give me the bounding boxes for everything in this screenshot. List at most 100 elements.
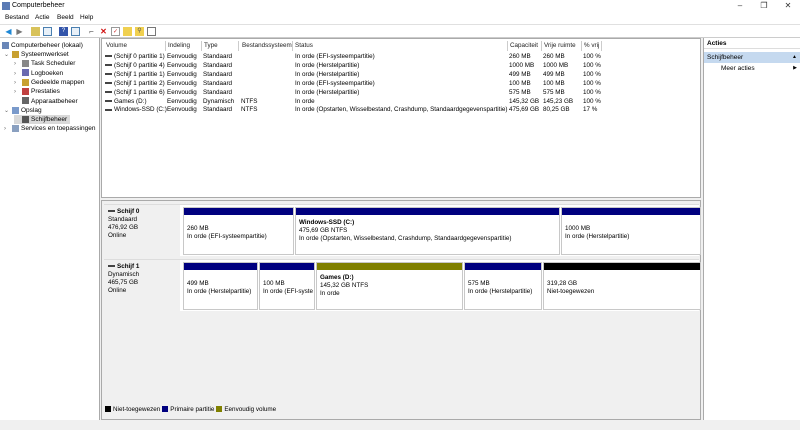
show-hide-tree-icon[interactable]: [43, 27, 52, 36]
expand-icon[interactable]: ⌄: [4, 51, 12, 60]
properties-icon[interactable]: [71, 27, 80, 36]
tree-item-services-en-toepassingen[interactable]: › Services en toepassingen: [4, 124, 98, 133]
disk-label[interactable]: Schijf 1 Dynamisch 465,75 GB Online: [104, 260, 180, 312]
table-row[interactable]: (Schijf 0 partitie 1) Eenvoudig Standaard I…: [102, 52, 700, 61]
table-cell: (Schijf 1 partitie 2): [105, 79, 167, 88]
partition[interactable]: 575 MB In orde (Herstelpartitie): [464, 262, 542, 310]
cell-text: 17 %: [583, 106, 598, 114]
table-row[interactable]: (Schijf 1 partitie 2) Eenvoudig Standaard I…: [102, 79, 700, 88]
tree-item-schijfbeheer[interactable]: Schijfbeheer: [14, 115, 71, 125]
cell-text: Dynamisch: [203, 97, 235, 105]
up-folder-icon[interactable]: [31, 27, 40, 36]
check-icon[interactable]: ✓: [111, 27, 120, 36]
close-button[interactable]: ✕: [780, 1, 796, 11]
tree-node-icon: [22, 115, 29, 123]
menu-help[interactable]: Help: [80, 14, 93, 21]
expand-icon[interactable]: ⌄: [4, 107, 12, 116]
partition-type-bar: [317, 263, 462, 270]
cell-text: 145,32 GB: [509, 97, 540, 105]
menu-beeld[interactable]: Beeld: [57, 14, 74, 21]
partition-info: 260 MB In orde (EFI-systeempartitie): [184, 221, 293, 245]
column-header-capaciteit[interactable]: Capaciteit: [508, 41, 542, 51]
partition[interactable]: Games (D:) 145,32 GB NTFS In orde: [316, 262, 463, 310]
partition[interactable]: 319,28 GB Niet-toegewezen: [543, 262, 701, 310]
volume-icon: [105, 82, 112, 85]
search-icon[interactable]: ⚲: [135, 27, 144, 36]
disk-label[interactable]: Schijf 0 Standaard 476,92 GB Online: [104, 205, 180, 257]
column-header-indeling[interactable]: Indeling: [166, 41, 202, 51]
delete-icon[interactable]: ✕: [99, 27, 108, 36]
action-meer-acties[interactable]: Meer acties ▶: [704, 63, 800, 74]
new-folder-icon[interactable]: [123, 27, 132, 36]
tree-item-opslag[interactable]: ⌄ Opslag: [4, 106, 45, 115]
cell-text: (Schijf 0 partitie 4): [114, 61, 165, 69]
tree-item-label: Services en toepassingen: [21, 125, 96, 133]
cell-text: 499 MB: [543, 70, 565, 78]
table-cell: Standaard: [203, 79, 240, 88]
volume-icon: [105, 90, 112, 93]
cell-text: Standaard: [203, 70, 233, 78]
collapse-icon[interactable]: ▲: [792, 52, 797, 63]
table-cell: 260 MB: [543, 52, 583, 61]
tree-root[interactable]: Computerbeheer (lokaal): [2, 41, 83, 50]
partition[interactable]: 260 MB In orde (EFI-systeempartitie): [183, 207, 294, 255]
cell-text: In orde (Opstarten, Wisselbestand, Crash…: [295, 106, 508, 114]
tree-item-task-scheduler[interactable]: › Task Scheduler: [14, 59, 78, 68]
column-header-type[interactable]: Type: [202, 41, 239, 51]
connect-icon[interactable]: ⌐: [87, 27, 96, 36]
disk-1[interactable]: Schijf 1 Dynamisch 465,75 GB Online 499 MB In…: [104, 259, 701, 312]
disk-0[interactable]: Schijf 0 Standaard 476,92 GB Online 260 MB In…: [104, 204, 701, 257]
column-header-bestandssysteem[interactable]: Bestandssysteem: [240, 41, 293, 51]
tree-item-prestaties[interactable]: › Prestaties: [14, 87, 63, 96]
table-cell: 260 MB: [509, 52, 543, 61]
minimize-button[interactable]: –: [732, 1, 748, 11]
column-header-volume[interactable]: Volume: [104, 41, 166, 51]
table-cell: 100 %: [583, 97, 603, 106]
help-icon[interactable]: ?: [59, 27, 68, 36]
partition-type-bar: [184, 208, 293, 215]
back-icon[interactable]: ◀: [4, 27, 13, 36]
volume-icon: [105, 64, 112, 67]
cell-text: NTFS: [241, 97, 258, 105]
cell-text: 100 %: [583, 61, 601, 69]
disk-name-text: Schijf 0: [117, 208, 140, 215]
tree-item-gedeelde-mappen[interactable]: › Gedeelde mappen: [14, 78, 88, 87]
actions-section-schijfbeheer[interactable]: Schijfbeheer ▲: [704, 52, 800, 63]
expand-icon[interactable]: ›: [4, 125, 12, 134]
partition-status: In orde (Herstelpartitie): [565, 233, 630, 240]
menu-actie[interactable]: Actie: [35, 14, 49, 21]
table-cell: [241, 79, 294, 88]
maximize-button[interactable]: ❐: [756, 1, 772, 11]
partition[interactable]: 100 MB In orde (EFI-syste: [259, 262, 315, 310]
column-header-status[interactable]: Status: [293, 41, 508, 51]
tree-item-label: Logboeken: [31, 69, 64, 77]
cell-text: 499 MB: [509, 70, 531, 78]
table-row[interactable]: Windows-SSD (C:) Eenvoudig Standaard NTFS In…: [102, 105, 700, 114]
disk-name: Schijf 0: [108, 208, 176, 216]
table-cell: (Schijf 1 partitie 1): [105, 70, 167, 79]
partition[interactable]: Windows-SSD (C:) 475,69 GB NTFS In orde (O…: [295, 207, 560, 255]
tree-item-apparaatbeheer[interactable]: Apparaatbeheer: [14, 97, 81, 106]
menu-bestand[interactable]: Bestand: [5, 14, 29, 21]
partition-status: In orde (EFI-syste: [263, 288, 314, 295]
partition[interactable]: 1000 MB In orde (Herstelpartitie): [561, 207, 701, 255]
partition[interactable]: 499 MB In orde (Herstelpartitie): [183, 262, 258, 310]
tree-item-systeemwerkset[interactable]: ⌄ Systeemwerkset: [4, 50, 72, 59]
table-cell: 100 %: [583, 79, 603, 88]
column-header-vrije-ruimte[interactable]: Vrije ruimte: [542, 41, 582, 51]
tree-item-label: Apparaatbeheer: [31, 97, 78, 105]
cell-text: Standaard: [203, 61, 233, 69]
table-cell: 17 %: [583, 105, 603, 114]
table-row[interactable]: Games (D:) Eenvoudig Dynamisch NTFS In orde 1…: [102, 97, 700, 106]
cell-text: Eenvoudig: [167, 79, 197, 87]
view-icon[interactable]: [147, 27, 156, 36]
column-header--vrij[interactable]: % vrij: [582, 41, 602, 51]
forward-icon[interactable]: ▶: [15, 27, 24, 36]
table-row[interactable]: (Schijf 1 partitie 6) Eenvoudig Standaard I…: [102, 88, 700, 97]
disk-name: Schijf 1: [108, 263, 176, 271]
title-bar: Computerbeheer – ❐ ✕: [0, 0, 800, 12]
cell-text: (Schijf 1 partitie 1): [114, 70, 165, 78]
table-row[interactable]: (Schijf 1 partitie 1) Eenvoudig Standaard I…: [102, 70, 700, 79]
tree-item-logboeken[interactable]: › Logboeken: [14, 69, 66, 78]
table-row[interactable]: (Schijf 0 partitie 4) Eenvoudig Standaard I…: [102, 61, 700, 70]
